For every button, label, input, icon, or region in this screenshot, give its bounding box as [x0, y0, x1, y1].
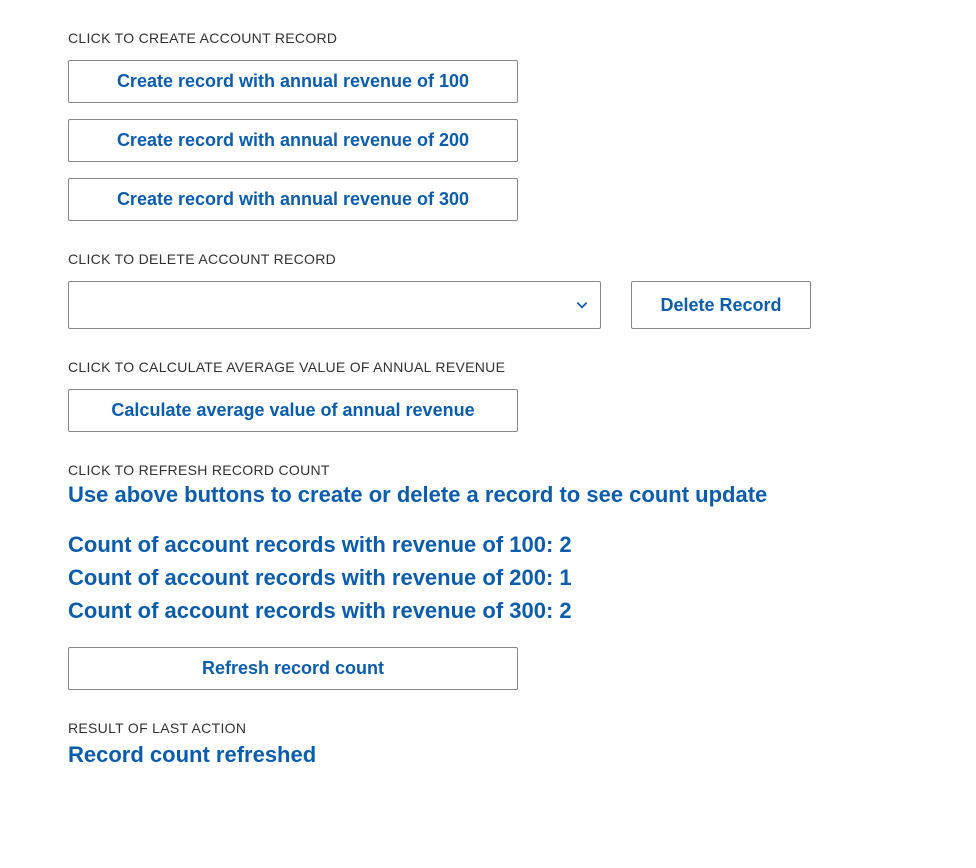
refresh-section: CLICK TO REFRESH RECORD COUNT Use above …: [68, 462, 976, 690]
calculate-section-label: CLICK TO CALCULATE AVERAGE VALUE OF ANNU…: [68, 359, 976, 375]
delete-section-label: CLICK TO DELETE ACCOUNT RECORD: [68, 251, 976, 267]
create-record-100-button[interactable]: Create record with annual revenue of 100: [68, 60, 518, 103]
record-select-wrap: [68, 281, 601, 329]
delete-section: CLICK TO DELETE ACCOUNT RECORD Delete Re…: [68, 251, 976, 329]
result-text: Record count refreshed: [68, 742, 976, 768]
delete-record-button[interactable]: Delete Record: [631, 281, 811, 329]
calculate-average-button[interactable]: Calculate average value of annual revenu…: [68, 389, 518, 432]
delete-row: Delete Record: [68, 281, 976, 329]
result-section-label: RESULT OF LAST ACTION: [68, 720, 976, 736]
refresh-count-button[interactable]: Refresh record count: [68, 647, 518, 690]
refresh-section-label: CLICK TO REFRESH RECORD COUNT: [68, 462, 976, 478]
create-record-300-button[interactable]: Create record with annual revenue of 300: [68, 178, 518, 221]
create-section: CLICK TO CREATE ACCOUNT RECORD Create re…: [68, 30, 976, 221]
refresh-info-text: Use above buttons to create or delete a …: [68, 482, 976, 508]
count-line-200: Count of account records with revenue of…: [68, 561, 976, 594]
calculate-section: CLICK TO CALCULATE AVERAGE VALUE OF ANNU…: [68, 359, 976, 432]
result-section: RESULT OF LAST ACTION Record count refre…: [68, 720, 976, 768]
record-select[interactable]: [68, 281, 601, 329]
create-record-200-button[interactable]: Create record with annual revenue of 200: [68, 119, 518, 162]
create-section-label: CLICK TO CREATE ACCOUNT RECORD: [68, 30, 976, 46]
count-line-100: Count of account records with revenue of…: [68, 528, 976, 561]
count-line-300: Count of account records with revenue of…: [68, 594, 976, 627]
count-lines: Count of account records with revenue of…: [68, 528, 976, 627]
